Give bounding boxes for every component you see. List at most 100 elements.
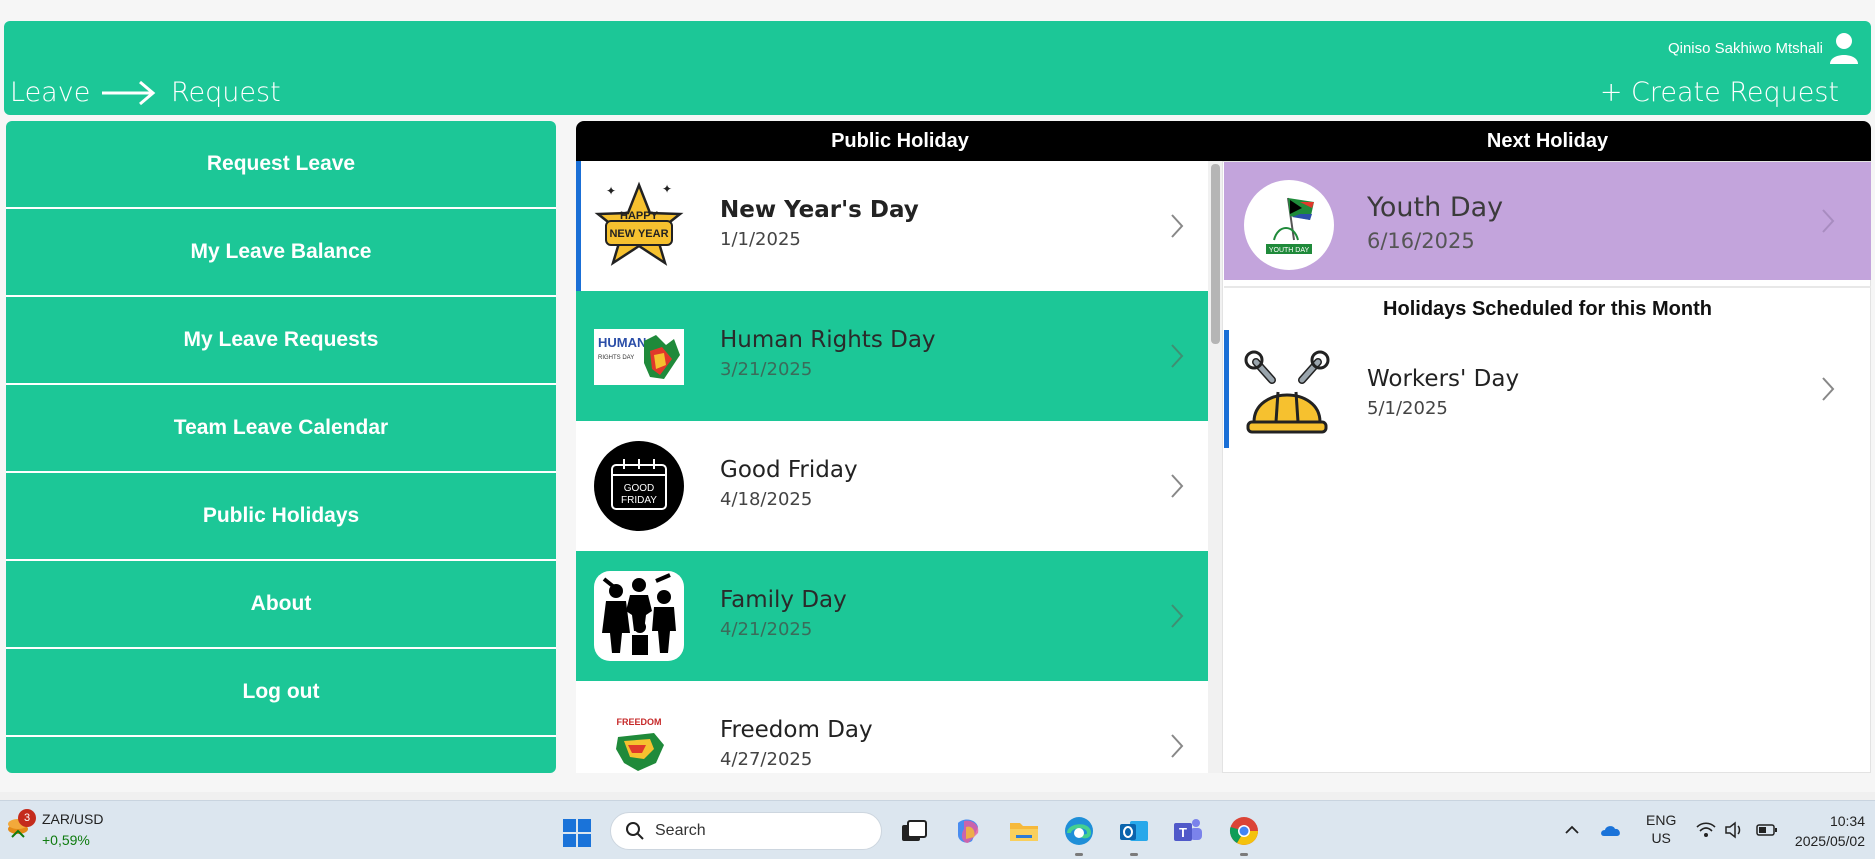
copilot-icon[interactable] [952,815,984,847]
svg-text:T: T [1179,825,1187,840]
chevron-right-icon [1171,734,1184,758]
freedom-day-map-icon: FREEDOM [616,717,664,771]
freedom-day-badge-line1: FREEDOM [617,717,662,727]
month-holiday-date: 5/1/2025 [1367,398,1448,419]
youth-day-logo-text: YOUTH DAY [1269,247,1310,254]
clock-time: 10:34 [1829,813,1865,829]
search-placeholder: Search [655,822,706,839]
clock-date: 2025/05/02 [1794,833,1865,849]
holiday-row-good-friday[interactable]: GOOD FRIDAY Good Friday 4/18/2025 [576,421,1208,551]
chevron-right-icon [1171,604,1184,628]
currency-ticker[interactable]: ZAR/USD [42,811,103,827]
month-holiday-row-workers-day[interactable]: Workers' Day 5/1/2025 [1224,330,1871,448]
language-line1: ENG [1646,812,1677,828]
volume-icon[interactable] [1724,821,1744,839]
next-holiday-header: Next Holiday [1224,121,1871,161]
holiday-title: Good Friday [720,457,858,483]
next-holiday-date: 6/16/2025 [1367,229,1475,253]
family-silhouette-icon [594,571,684,661]
sidebar-item-my-leave-requests[interactable]: My Leave Requests [6,297,556,385]
holiday-title: Freedom Day [720,717,873,743]
svg-text:✦: ✦ [662,182,672,196]
holiday-row-freedom-day[interactable]: FREEDOM Freedom Day 4/27/2025 [576,681,1208,773]
teams-icon[interactable]: T [1172,815,1204,847]
edge-browser-icon[interactable] [1063,815,1095,847]
human-rights-day-icon: HUMAN RIGHTS DAY [594,329,684,385]
currency-change: +0,59% [42,832,90,848]
panel-divider [1224,286,1871,288]
holiday-row-new-years-day[interactable]: HAPPY NEW YEAR ✦ ✦ New Year's Day 1/1/20… [576,161,1208,291]
outlook-icon[interactable] [1118,815,1150,847]
wifi-icon[interactable] [1696,821,1716,839]
holiday-date: 4/18/2025 [720,489,813,510]
new-year-badge-line1: HAPPY [620,210,659,222]
holiday-row-family-day[interactable]: Family Day 4/21/2025 [576,551,1208,681]
holiday-title: Human Rights Day [720,327,936,353]
windows-start-icon[interactable] [562,818,592,848]
this-month-title: Holidays Scheduled for this Month [1383,298,1712,320]
sidebar-item-team-leave-calendar[interactable]: Team Leave Calendar [6,385,556,473]
good-friday-badge-line1: GOOD [624,483,655,494]
hard-hat-wrenches-icon [1244,350,1330,434]
chevron-right-icon [1822,377,1835,401]
window-bottom-edge [0,792,1875,800]
task-view-icon[interactable] [898,815,930,847]
user-avatar-icon[interactable] [1829,32,1859,64]
sidebar-item-request-leave[interactable]: Request Leave [6,121,556,209]
chevron-right-icon [1171,214,1184,238]
holiday-title: New Year's Day [720,197,919,223]
youth-day-flag-icon: YOUTH DAY [1266,197,1314,254]
user-name: Qiniso Sakhiwo Mtshali [1667,40,1823,57]
next-holiday-card[interactable]: YOUTH DAY Youth Day 6/16/2025 [1224,162,1871,280]
chevron-right-icon [1171,474,1184,498]
language-line2: US [1651,830,1671,846]
happy-new-year-star-icon: HAPPY NEW YEAR ✦ ✦ [594,181,684,266]
onedrive-cloud-icon[interactable] [1600,823,1622,837]
holiday-title: Family Day [720,587,847,613]
chevron-right-icon [1822,209,1835,233]
outlook-running-indicator [1130,853,1138,856]
next-holiday-title: Youth Day [1367,192,1504,223]
windows-taskbar: 3 ZAR/USD +0,59% Search T ENG US 10:34 2… [0,800,1875,859]
search-icon [626,822,644,840]
sidebar-item-public-holidays[interactable]: Public Holidays [6,473,556,561]
leave-app-window: Qiniso Sakhiwo Mtshali Leave Request + C… [0,0,1875,859]
holiday-row-human-rights-day[interactable]: HUMAN RIGHTS DAY Human Rights Day 3/21/2… [576,291,1208,421]
holiday-date: 4/27/2025 [720,749,813,770]
selection-indicator [1224,330,1229,448]
holiday-date: 4/21/2025 [720,619,813,640]
youth-day-logo: YOUTH DAY [1244,180,1334,270]
arrow-right-icon [102,80,156,106]
edge-running-indicator [1075,853,1083,856]
breadcrumb-leave[interactable]: Leave [10,77,90,108]
sidebar-nav: Request Leave My Leave Balance My Leave … [6,121,556,773]
breadcrumb-request: Request [171,77,281,108]
sidebar-item-my-leave-balance[interactable]: My Leave Balance [6,209,556,297]
battery-icon[interactable] [1756,823,1778,837]
holiday-date: 3/21/2025 [720,359,813,380]
app-header: Qiniso Sakhiwo Mtshali Leave Request + C… [4,21,1871,115]
month-holiday-title: Workers' Day [1367,366,1520,392]
notification-badge: 3 [18,809,36,827]
good-friday-calendar-icon: GOOD FRIDAY [594,441,684,531]
good-friday-badge-line2: FRIDAY [621,495,657,506]
sidebar-item-about[interactable]: About [6,561,556,649]
create-request-button[interactable]: + Create Request [1600,77,1839,108]
chevron-right-icon [1171,344,1184,368]
chrome-icon[interactable] [1228,815,1260,847]
file-explorer-icon[interactable] [1008,815,1040,847]
chevron-up-icon[interactable] [1564,823,1580,837]
new-year-badge-line2: NEW YEAR [609,228,668,240]
system-clock[interactable]: 10:34 2025/05/02 [1795,811,1865,851]
svg-text:✦: ✦ [606,184,616,198]
scrollbar-thumb[interactable] [1211,164,1220,344]
public-holiday-list: HAPPY NEW YEAR ✦ ✦ New Year's Day 1/1/20… [576,161,1208,773]
public-holiday-header: Public Holiday [576,121,1224,161]
human-rights-badge-line1: HUMAN [598,335,646,350]
language-indicator[interactable]: ENG US [1646,811,1676,847]
human-rights-badge-line2: RIGHTS DAY [598,355,634,361]
sidebar-item-log-out[interactable]: Log out [6,649,556,737]
taskbar-search-box[interactable]: Search [610,812,882,850]
holiday-date: 1/1/2025 [720,229,801,250]
chrome-running-indicator [1240,853,1248,856]
